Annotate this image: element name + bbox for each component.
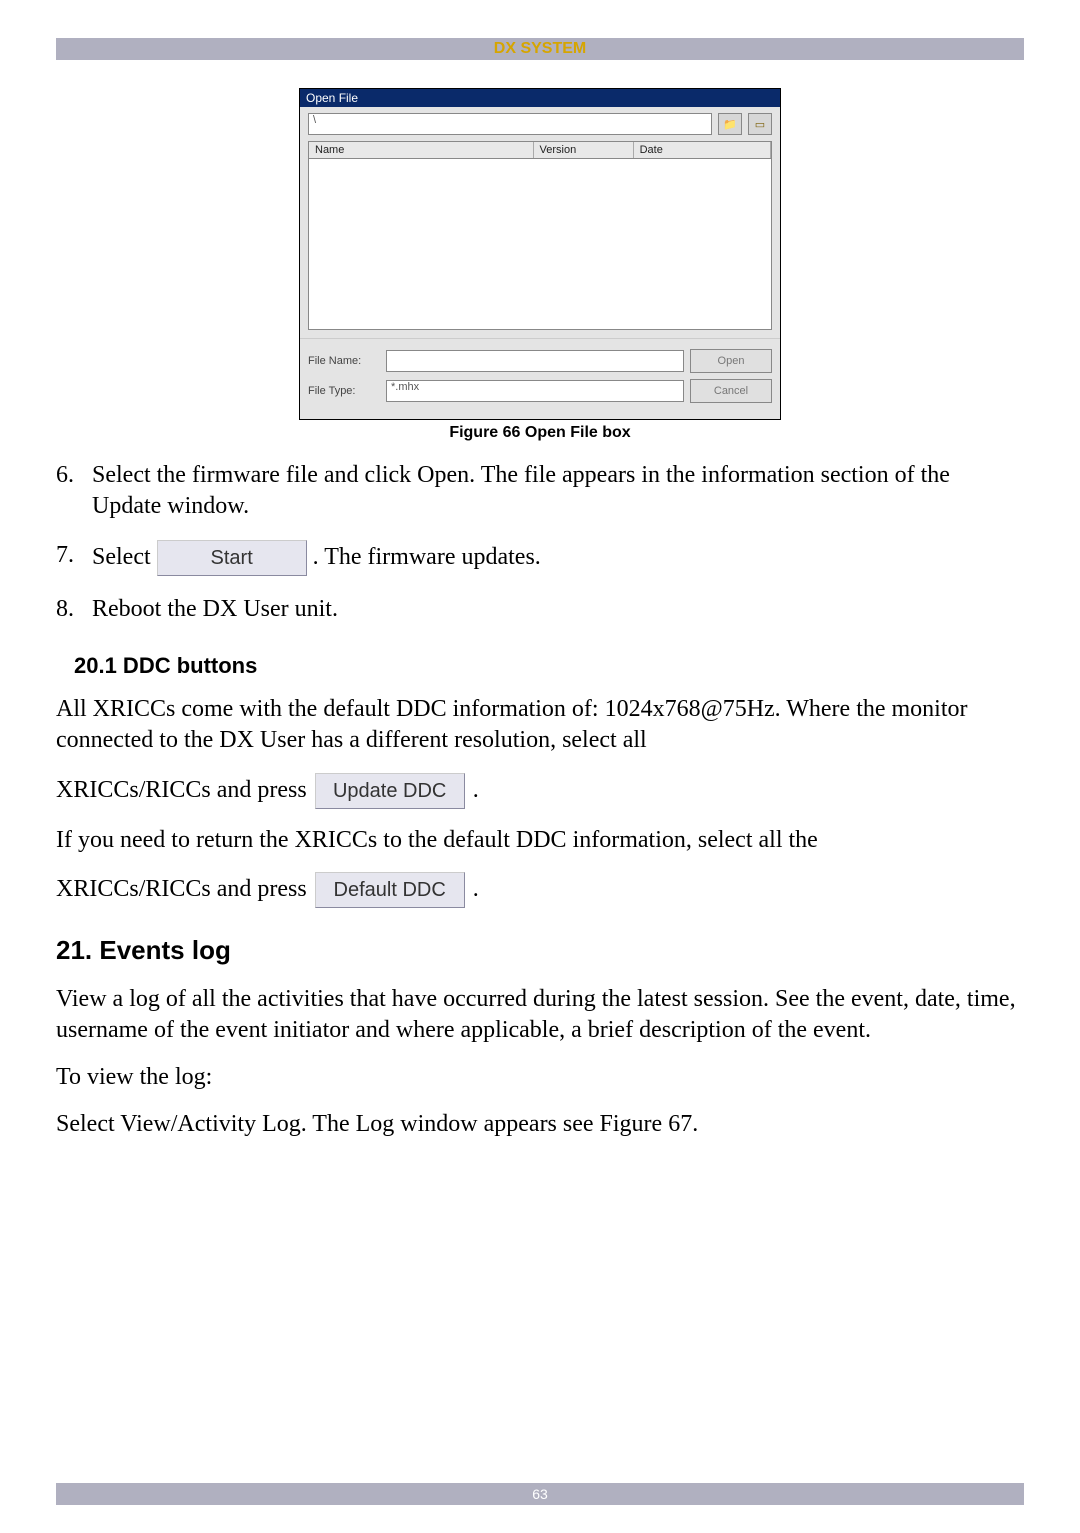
folder-up-icon[interactable]: 📁 xyxy=(718,113,742,135)
open-button-label: Open xyxy=(718,355,745,367)
view-list-icon[interactable]: ▭ xyxy=(748,113,772,135)
dialog-title: Open File xyxy=(306,91,358,105)
cancel-button[interactable]: Cancel xyxy=(690,379,772,403)
file-type-field[interactable]: *.mhx xyxy=(386,380,684,402)
step-8-number: 8. xyxy=(56,594,92,625)
file-type-label: File Type: xyxy=(308,385,380,397)
section-21-p2: To view the log: xyxy=(56,1062,1024,1093)
step-7-after: . The firmware updates. xyxy=(313,544,541,570)
open-file-dialog: Open File \ 📁 ▭ Name Version Date File N… xyxy=(299,88,781,420)
step-6-text: Select the firmware file and click Open.… xyxy=(92,460,1024,522)
step-7-before: Select xyxy=(92,544,151,570)
section-20-1-p3-after: . xyxy=(473,874,479,905)
update-ddc-button[interactable]: Update DDC xyxy=(315,773,465,809)
section-21-heading: 21. Events log xyxy=(56,934,1024,968)
step-7-number: 7. xyxy=(56,540,92,576)
section-20-1-p1a: All XRICCs come with the default DDC inf… xyxy=(56,694,1024,756)
cancel-button-label: Cancel xyxy=(714,385,748,397)
start-button[interactable]: Start xyxy=(157,540,307,576)
open-button[interactable]: Open xyxy=(690,349,772,373)
section-20-1-p1b-before: XRICCs/RICCs and press xyxy=(56,775,307,806)
default-ddc-button-label: Default DDC xyxy=(334,879,446,901)
path-input[interactable]: \ xyxy=(308,113,712,135)
page-header-bar: DX SYSTEM xyxy=(56,38,1024,60)
file-name-label: File Name: xyxy=(308,355,380,367)
section-21-p1: View a log of all the activities that ha… xyxy=(56,984,1024,1046)
column-version[interactable]: Version xyxy=(534,142,634,158)
page-number: 63 xyxy=(532,1486,548,1502)
page-header-title: DX SYSTEM xyxy=(494,40,586,57)
page-footer-bar: 63 xyxy=(56,1483,1024,1505)
column-date[interactable]: Date xyxy=(634,142,771,158)
file-list-header: Name Version Date xyxy=(308,141,772,159)
column-name[interactable]: Name xyxy=(309,142,534,158)
step-8-text: Reboot the DX User unit. xyxy=(92,594,1024,625)
section-21-p3: Select View/Activity Log. The Log window… xyxy=(56,1109,1024,1140)
dialog-title-bar: Open File xyxy=(300,89,780,107)
start-button-label: Start xyxy=(211,547,253,569)
section-20-1-p2: If you need to return the XRICCs to the … xyxy=(56,825,1024,856)
file-type-value: *.mhx xyxy=(391,381,419,393)
section-20-1-p1b-after: . xyxy=(473,775,479,806)
section-20-1-heading: 20.1 DDC buttons xyxy=(74,652,1024,681)
figure-caption: Figure 66 Open File box xyxy=(56,424,1024,442)
path-value: \ xyxy=(313,114,316,126)
update-ddc-button-label: Update DDC xyxy=(333,780,446,802)
file-list-body[interactable] xyxy=(308,159,772,330)
default-ddc-button[interactable]: Default DDC xyxy=(315,872,465,908)
file-name-field[interactable] xyxy=(386,350,684,372)
step-6-number: 6. xyxy=(56,460,92,522)
section-20-1-p3-before: XRICCs/RICCs and press xyxy=(56,874,307,905)
